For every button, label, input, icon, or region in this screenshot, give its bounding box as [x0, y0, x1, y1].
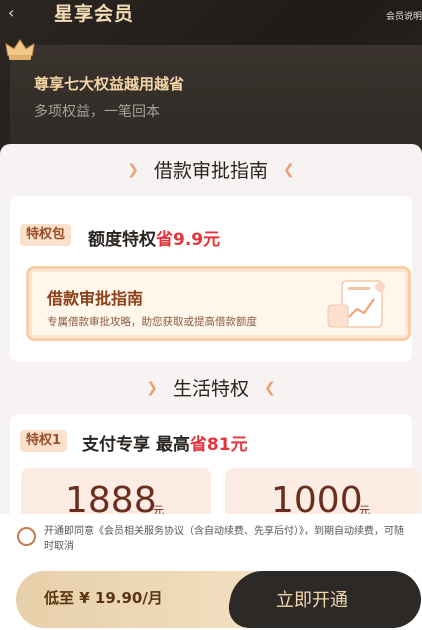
price-label: 低至 ¥ 19.90/月 — [44, 589, 163, 607]
section-title: 借款审批指南 — [153, 160, 268, 182]
document-chart-icon — [327, 280, 385, 328]
section-header-life: ❯ 生活特权 ❮ — [0, 374, 422, 401]
guide-description: 专属借款审批攻略，助您获取或提高借款额度 — [47, 316, 257, 328]
open-now-button[interactable]: 立即开通 — [276, 586, 348, 612]
diamond-right-icon: ❯ — [146, 379, 158, 396]
crown-icon — [5, 39, 35, 60]
agreement-text[interactable]: 开通即同意《会员相关服务协议（含自动续费、先享后付）》，到期自动续费，可随时取消 — [44, 524, 412, 554]
diamond-left-icon: ❮ — [264, 379, 276, 396]
bottom-bar: 低至 ¥ 19.90/月 立即开通 — [0, 570, 422, 630]
card-title-text: 额度特权 — [88, 230, 156, 250]
member-explain-link[interactable]: 会员说明 — [386, 9, 422, 22]
hero-title: 尊享七大权益越用越省 — [34, 75, 185, 93]
privilege-card-quota: 特权包 额度特权省9.9元 借款审批指南 专属借款审批攻略，助您获取或提高借款额… — [10, 196, 412, 362]
loan-guide-card[interactable]: 借款审批指南 专属借款审批攻略，助您获取或提高借款额度 — [26, 266, 411, 341]
content-panel: ❯ 借款审批指南 ❮ 特权包 额度特权省9.9元 借款审批指南 专属借款审批攻略… — [0, 144, 422, 544]
diamond-left-icon: ❮ — [283, 161, 295, 178]
diamond-right-icon: ❯ — [127, 161, 139, 178]
coupon-card[interactable]: 1888 元 — [21, 468, 211, 521]
page-title: 星享会员 — [54, 3, 135, 25]
hero-subtitle: 多项权益，一笔回本 — [34, 104, 160, 120]
card-title: 支付专享 最高省81元 — [82, 430, 248, 455]
privilege-tag: 特权包 — [20, 224, 72, 246]
section-title: 生活特权 — [172, 378, 249, 400]
agree-radio[interactable] — [17, 527, 36, 546]
agreement-bar: 开通即同意《会员相关服务协议（含自动续费、先享后付）》，到期自动续费，可随时取消 — [0, 514, 422, 570]
section-header-loan-guide: ❯ 借款审批指南 ❮ — [0, 156, 422, 183]
nav-bar: ‹ 星享会员 会员说明 — [0, 0, 422, 30]
card-title-text: 支付专享 最高 — [82, 435, 190, 455]
guide-title: 借款审批指南 — [47, 289, 144, 308]
coupon-card[interactable]: 1000 元 — [225, 468, 420, 521]
card-title-save: 省81元 — [189, 435, 248, 455]
card-title: 额度特权省9.9元 — [88, 225, 220, 250]
chevron-left-icon[interactable]: ‹ — [8, 3, 14, 22]
card-title-save: 省9.9元 — [156, 230, 221, 250]
privilege-tag: 特权1 — [20, 430, 68, 452]
